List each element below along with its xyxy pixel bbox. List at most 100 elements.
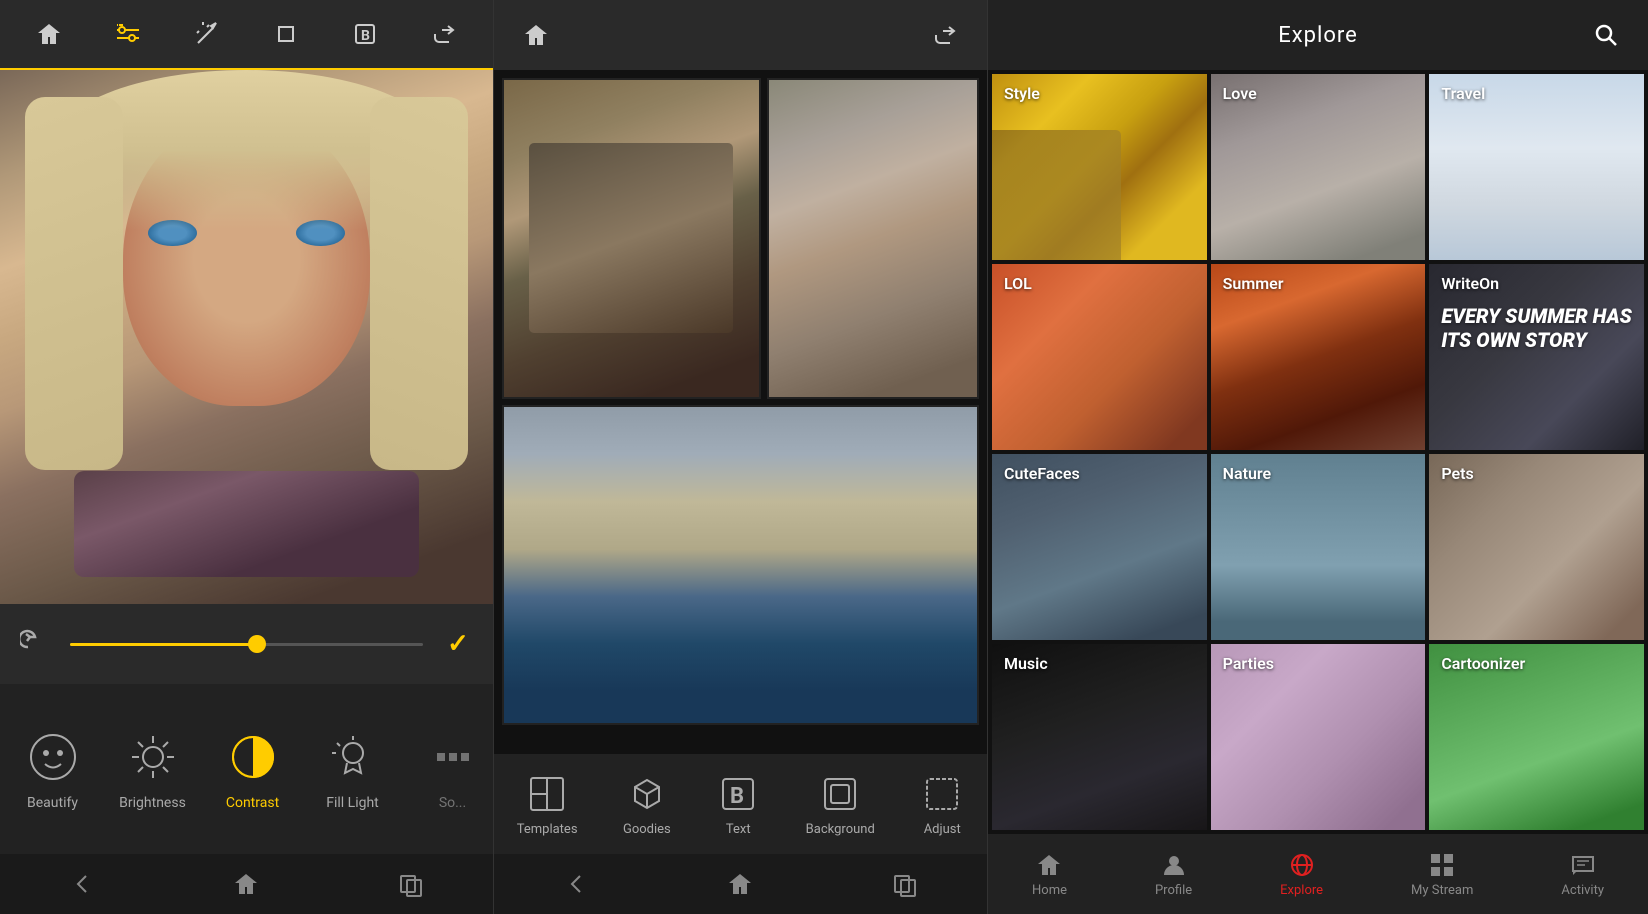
adjust-icon bbox=[920, 772, 964, 816]
home-icon bbox=[1035, 851, 1063, 879]
nav-explore[interactable]: Explore bbox=[1270, 846, 1333, 903]
more-icon bbox=[423, 727, 483, 787]
fill-light-icon bbox=[323, 727, 383, 787]
contrast-tool[interactable]: Contrast bbox=[205, 694, 300, 844]
photo-girl bbox=[769, 80, 977, 397]
explore-cell-parties[interactable]: Parties bbox=[1211, 644, 1426, 830]
collage-toolbar bbox=[494, 0, 987, 70]
music-label: Music bbox=[1004, 654, 1048, 673]
collage-bottom-row bbox=[502, 405, 979, 726]
magic-button[interactable] bbox=[185, 12, 229, 56]
collage-home-nav[interactable] bbox=[715, 859, 765, 909]
panel-collage: Templates Goodies B Text bbox=[494, 0, 988, 914]
explore-cell-travel[interactable]: Travel bbox=[1429, 74, 1644, 260]
panel-explore: Explore Style Love bbox=[988, 0, 1648, 914]
confirm-button[interactable]: ✓ bbox=[438, 624, 478, 664]
explore-grid: Style Love Travel LOL bbox=[988, 70, 1648, 834]
nav-profile[interactable]: Profile bbox=[1145, 846, 1202, 903]
brightness-icon bbox=[123, 727, 183, 787]
background-tool[interactable]: Background bbox=[796, 767, 885, 842]
goodies-tool[interactable]: Goodies bbox=[613, 767, 681, 842]
adjust-label: Adjust bbox=[924, 822, 961, 837]
slider-controls: ✓ bbox=[0, 604, 493, 684]
collage-top-row bbox=[502, 78, 979, 399]
goodies-icon bbox=[625, 772, 669, 816]
nav-home[interactable]: Home bbox=[1022, 846, 1077, 903]
explore-title: Explore bbox=[1278, 23, 1358, 48]
templates-tool[interactable]: Templates bbox=[507, 767, 588, 842]
recent-nav-button[interactable] bbox=[386, 859, 436, 909]
text-tool[interactable]: B Text bbox=[706, 767, 770, 842]
explore-cell-lol[interactable]: LOL bbox=[992, 264, 1207, 450]
beautify-tool[interactable]: Beautify bbox=[5, 694, 100, 844]
explore-cell-love[interactable]: Love bbox=[1211, 74, 1426, 260]
search-button[interactable] bbox=[1584, 13, 1628, 57]
activity-nav-label: Activity bbox=[1561, 883, 1604, 898]
share-button[interactable] bbox=[422, 12, 466, 56]
adjust-button[interactable] bbox=[106, 12, 150, 56]
photo-bike bbox=[504, 80, 759, 397]
mystream-nav-label: My Stream bbox=[1411, 883, 1473, 898]
background-icon bbox=[818, 772, 862, 816]
explore-bottom-nav: Home Profile Explore bbox=[988, 834, 1648, 914]
profile-icon bbox=[1160, 851, 1188, 879]
templates-label: Templates bbox=[517, 822, 578, 837]
nav-activity[interactable]: Activity bbox=[1551, 846, 1614, 903]
profile-nav-label: Profile bbox=[1155, 883, 1192, 898]
explore-cell-style[interactable]: Style bbox=[992, 74, 1207, 260]
panel-editor: B bbox=[0, 0, 494, 914]
crop-button[interactable] bbox=[264, 12, 308, 56]
collage-cell-bike[interactable] bbox=[502, 78, 761, 399]
collage-recent-nav[interactable] bbox=[880, 859, 930, 909]
fill-light-label: Fill Light bbox=[326, 795, 379, 811]
explore-cell-nature[interactable]: Nature bbox=[1211, 454, 1426, 640]
more-tool[interactable]: So... bbox=[405, 694, 493, 844]
explore-cell-pets[interactable]: Pets bbox=[1429, 454, 1644, 640]
style-label: Style bbox=[1004, 84, 1040, 103]
explore-cell-summer[interactable]: Summer bbox=[1211, 264, 1426, 450]
nav-mystream[interactable]: My Stream bbox=[1401, 846, 1483, 903]
pets-label: Pets bbox=[1441, 464, 1473, 483]
cutefaces-label: CuteFaces bbox=[1004, 464, 1080, 483]
collage-back-nav[interactable] bbox=[551, 859, 601, 909]
more-label: So... bbox=[439, 795, 466, 811]
text-icon: B bbox=[716, 772, 760, 816]
home-button[interactable] bbox=[27, 12, 71, 56]
text-label: Text bbox=[726, 822, 751, 837]
cartoonizer-label: Cartoonizer bbox=[1441, 654, 1525, 673]
beautify-icon bbox=[23, 727, 83, 787]
explore-nav-label: Explore bbox=[1280, 883, 1323, 898]
adjust-tool[interactable]: Adjust bbox=[910, 767, 974, 842]
editor-toolbar: B bbox=[0, 0, 493, 70]
collage-cell-girl[interactable] bbox=[767, 78, 979, 399]
svg-text:B: B bbox=[730, 784, 744, 809]
explore-cell-music[interactable]: Music bbox=[992, 644, 1207, 830]
tool-bar: Beautify Brightness bbox=[0, 684, 493, 854]
collage-share-button[interactable] bbox=[923, 13, 967, 57]
explore-cell-writeon[interactable]: WriteOn EVERY SUMMER HAS ITS OWN STORY bbox=[1429, 264, 1644, 450]
home-nav-button[interactable] bbox=[221, 859, 271, 909]
collage-nav bbox=[494, 854, 987, 914]
brightness-tool[interactable]: Brightness bbox=[105, 694, 200, 844]
collage-canvas bbox=[494, 70, 987, 754]
templates-icon bbox=[525, 772, 569, 816]
svg-text:B: B bbox=[361, 28, 370, 44]
fill-light-tool[interactable]: Fill Light bbox=[305, 694, 400, 844]
collage-home-button[interactable] bbox=[514, 13, 558, 57]
contrast-slider[interactable] bbox=[70, 634, 423, 654]
explore-icon bbox=[1288, 851, 1316, 879]
goodies-label: Goodies bbox=[623, 822, 671, 837]
activity-icon bbox=[1569, 851, 1597, 879]
explore-cell-cartoonizer[interactable]: Cartoonizer bbox=[1429, 644, 1644, 830]
contrast-label: Contrast bbox=[226, 795, 279, 811]
background-label: Background bbox=[806, 822, 875, 837]
back-nav-button[interactable] bbox=[57, 859, 107, 909]
contrast-icon bbox=[223, 727, 283, 787]
parties-label: Parties bbox=[1223, 654, 1274, 673]
explore-cell-cutefaces[interactable]: CuteFaces bbox=[992, 454, 1207, 640]
text-button[interactable]: B bbox=[343, 12, 387, 56]
undo-button[interactable] bbox=[15, 624, 55, 664]
nature-label: Nature bbox=[1223, 464, 1271, 483]
writeon-label: WriteOn bbox=[1441, 274, 1499, 293]
collage-cell-boats[interactable] bbox=[502, 405, 979, 726]
